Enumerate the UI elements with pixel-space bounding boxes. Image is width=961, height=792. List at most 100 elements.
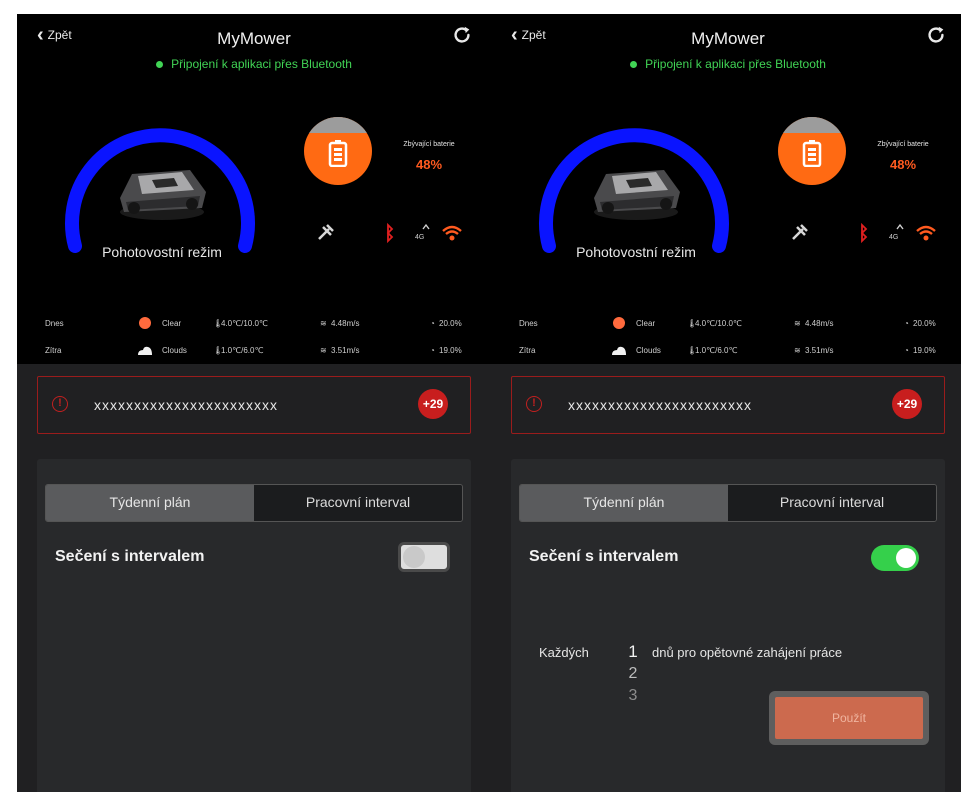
wifi-icon [442, 225, 462, 241]
page-title: MyMower [691, 29, 765, 48]
weather-row-tomorrow: Zítra Clouds 🌡 1.0℃/6.0℃ ≋ 3.51m/s ◔ 19.… [45, 346, 475, 360]
weather-condition: Clear [162, 319, 182, 328]
battery-icon [802, 140, 822, 167]
weather-day: Zítra [45, 346, 62, 355]
weather-row-today: Dnes Clear 🌡 4.0℃/10.0℃ ≋ 4.48m/s ◔ 20.0… [45, 317, 475, 333]
bluetooth-icon [386, 222, 394, 244]
weather-row-tomorrow: Zítra Clouds 🌡 1.0℃/6.0℃ ≋ 3.51m/s ◔ 19.… [519, 346, 949, 360]
battery-empty-fill [304, 117, 372, 133]
connection-status: Připojení k aplikaci přes Bluetooth [491, 57, 961, 71]
schedule-tabs: Týdenní plán Pracovní interval [45, 484, 463, 522]
connected-dot-icon [630, 61, 638, 69]
humidity-icon: ◔ [430, 319, 435, 328]
picker-option[interactable]: 3 [623, 685, 643, 707]
alert-icon: ! [52, 396, 68, 412]
status-icons: 4G [792, 222, 936, 244]
weather-condition: Clouds [162, 346, 187, 355]
interval-suffix: dnů pro opětovné zahájení práce [652, 645, 843, 660]
humidity-icon: ◔ [430, 346, 435, 355]
sun-icon [139, 317, 151, 329]
interval-prefix: Každých [539, 645, 589, 660]
status-icons: 4G [318, 222, 462, 244]
battery-label: Zbývající baterie [403, 141, 455, 148]
weather-humidity: 19.0% [913, 346, 936, 355]
connection-status: Připojení k aplikaci přes Bluetooth [17, 57, 491, 71]
weather-day: Dnes [519, 319, 538, 328]
battery-percent: 48% [889, 157, 917, 172]
alert-message: xxxxxxxxxxxxxxxxxxxxxxx [568, 397, 752, 413]
interval-toggle[interactable] [871, 545, 919, 571]
mower-image [594, 170, 680, 220]
weather-wind: 3.51m/s [805, 346, 834, 355]
alert-icon: ! [526, 396, 542, 412]
weather-condition: Clouds [636, 346, 661, 355]
cloud-icon [612, 346, 626, 355]
tab-work-interval[interactable]: Pracovní interval [728, 485, 936, 521]
humidity-icon: ◔ [904, 319, 909, 328]
wifi-icon [916, 225, 936, 241]
status-area: ‹ Zpět MyMower Připojení k aplikaci přes… [17, 14, 491, 364]
weather-condition: Clear [636, 319, 656, 328]
weather-day: Zítra [519, 346, 536, 355]
interval-toggle[interactable] [398, 542, 450, 572]
battery-label: Zbývající baterie [877, 141, 929, 148]
weather-wind: 4.48m/s [805, 319, 834, 328]
connection-text: Připojení k aplikaci přes Bluetooth [645, 57, 826, 71]
battery-indicator [778, 117, 846, 185]
alert-banner[interactable]: ! xxxxxxxxxxxxxxxxxxxxxxx +29 [511, 376, 945, 434]
weather-temp: 1.0℃/6.0℃ [695, 346, 738, 355]
battery-icon [328, 140, 348, 167]
wind-icon: ≋ [320, 319, 327, 328]
apply-button[interactable]: Použít [769, 691, 929, 745]
alert-banner[interactable]: ! xxxxxxxxxxxxxxxxxxxxxxx +29 [37, 376, 471, 434]
refresh-icon[interactable] [451, 24, 473, 46]
bluetooth-icon [860, 222, 868, 244]
alert-message: xxxxxxxxxxxxxxxxxxxxxxx [94, 397, 278, 413]
interval-switch-label: Sečení s intervalem [529, 548, 679, 565]
tab-weekly-plan[interactable]: Týdenní plán [520, 485, 728, 521]
toggle-knob [896, 548, 916, 568]
screen-interval-off: ‹ Zpět MyMower Připojení k aplikaci přes… [17, 14, 491, 792]
wind-icon: ≋ [794, 319, 801, 328]
screen-interval-on: ‹ Zpět MyMower Připojení k aplikaci přes… [491, 14, 961, 792]
status-area: ‹ Zpět MyMower Připojení k aplikaci přes… [491, 14, 961, 364]
mower-mode-label: Pohotovostní režim [576, 244, 696, 260]
alert-count-badge: +29 [892, 389, 922, 419]
battery-percent: 48% [415, 157, 443, 172]
alert-count-badge: +29 [418, 389, 448, 419]
interval-switch-label: Sečení s intervalem [55, 548, 205, 565]
page-title: MyMower [217, 29, 291, 48]
connected-dot-icon [156, 61, 164, 69]
weather-humidity: 20.0% [913, 319, 936, 328]
cellular-4g-icon: 4G [415, 223, 430, 241]
mower-image [120, 170, 206, 220]
weather-humidity: 20.0% [439, 319, 462, 328]
mower-mode-label: Pohotovostní režim [102, 244, 222, 260]
tab-weekly-plan[interactable]: Týdenní plán [46, 485, 254, 521]
sun-icon [613, 317, 625, 329]
cellular-4g-icon: 4G [889, 223, 904, 241]
weather-wind: 4.48m/s [331, 319, 360, 328]
wind-icon: ≋ [794, 346, 801, 355]
weather-temp: 4.0℃/10.0℃ [221, 319, 268, 328]
svg-text:4G: 4G [889, 234, 898, 241]
battery-empty-fill [778, 117, 846, 133]
day-count-picker[interactable]: 1 2 3 [623, 641, 643, 707]
weather-temp: 4.0℃/10.0℃ [695, 319, 742, 328]
weather-humidity: 19.0% [439, 346, 462, 355]
weather-temp: 1.0℃/6.0℃ [221, 346, 264, 355]
schedule-tabs: Týdenní plán Pracovní interval [519, 484, 937, 522]
weather-day: Dnes [45, 319, 64, 328]
toggle-knob [403, 546, 425, 568]
schedule-card: Týdenní plán Pracovní interval Sečení s … [37, 459, 471, 792]
tab-work-interval[interactable]: Pracovní interval [254, 485, 462, 521]
picker-option[interactable]: 2 [623, 663, 643, 685]
battery-indicator [304, 117, 372, 185]
gps-satellite-icon [318, 224, 334, 240]
schedule-card: Týdenní plán Pracovní interval Sečení s … [511, 459, 945, 792]
connection-text: Připojení k aplikaci přes Bluetooth [171, 57, 352, 71]
picker-option-selected[interactable]: 1 [623, 641, 643, 663]
weather-row-today: Dnes Clear 🌡 4.0℃/10.0℃ ≋ 4.48m/s ◔ 20.0… [519, 317, 949, 333]
svg-text:4G: 4G [415, 234, 424, 241]
refresh-icon[interactable] [925, 24, 947, 46]
